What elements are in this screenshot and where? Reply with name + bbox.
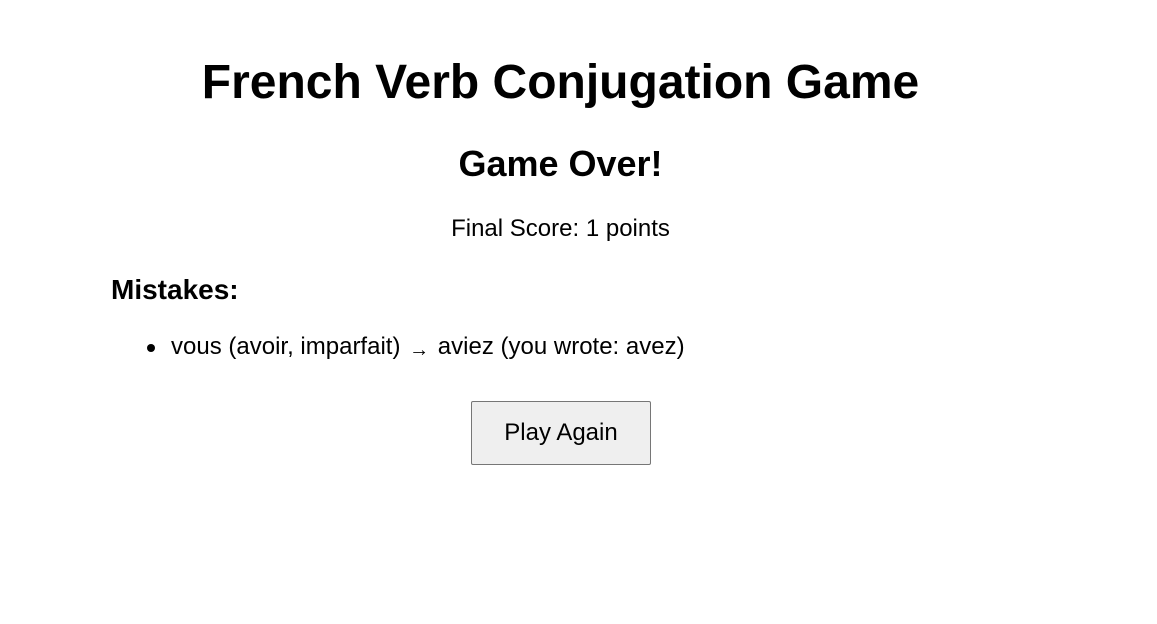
final-score: Final Score: 1 points (0, 214, 1121, 244)
game-over-screen: French Verb Conjugation Game Game Over! … (0, 0, 1157, 624)
mistake-tense: imparfait (300, 333, 393, 360)
mistakes-list: vous (avoir, imparfait) → aviez (you wro… (111, 331, 685, 364)
mistake-item: vous (avoir, imparfait) → aviez (you wro… (111, 331, 685, 364)
game-title: French Verb Conjugation Game (201, 56, 920, 109)
game-over-heading: Game Over! (458, 143, 663, 184)
play-again-button[interactable]: Play Again (471, 401, 651, 465)
mistake-pronoun: vous (171, 333, 222, 360)
final-score-value: 1 (585, 215, 600, 242)
mistakes-heading: Mistakes: (111, 274, 239, 305)
final-score-unit: points (605, 215, 670, 242)
mistake-you-wrote-label: you wrote: (508, 333, 620, 360)
final-score-label: Final Score: (451, 215, 580, 242)
mistake-user-answer: avez (625, 333, 677, 360)
arrow-right-icon: → (409, 339, 430, 361)
bullet-icon (147, 344, 155, 352)
mistake-correct-answer: aviez (437, 333, 494, 360)
mistake-verb: avoir (236, 333, 288, 360)
